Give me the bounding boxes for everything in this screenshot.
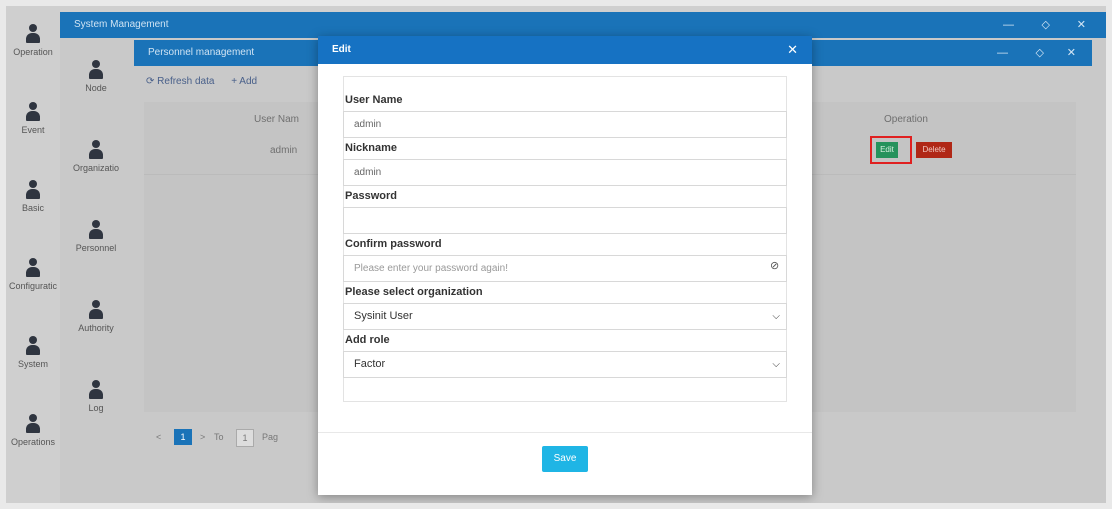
close-icon[interactable]: ✕ [1077,12,1086,38]
user-icon [88,140,104,160]
rail-label: System [17,359,48,369]
rail-item-operation[interactable]: Operation [6,24,60,57]
sidebar-label: Organizatio [72,163,120,173]
password-label: Password [345,190,397,202]
confirm-password-label: Confirm password [345,238,442,250]
chevron-down-icon: ⌵ [772,311,780,322]
goto-label: To [214,432,224,442]
page-1-button[interactable]: 1 [174,429,192,445]
system-window-title: System Management [74,19,169,30]
row-delete-button[interactable]: Delete [916,142,952,158]
user-name-label: User Name [345,94,403,106]
sidebar-item-organization[interactable]: Organizatio [60,140,132,173]
dialog-header: Edit ✕ [318,36,812,64]
dialog-title: Edit [332,44,351,55]
sidebar-item-node[interactable]: Node [60,60,132,93]
prev-page-button[interactable]: < [156,429,161,445]
sidebar-label: Node [85,83,107,93]
nickname-input[interactable] [343,159,787,186]
system-window-titlebar: System Management — ◇ ✕ [60,12,1106,38]
role-select[interactable]: Factor ⌵ [343,351,787,378]
main-rail: Operation Event Basic Configuratic Syste… [6,6,60,503]
cell-user-name: admin [270,145,298,156]
edit-button-highlight [870,136,912,164]
password-input[interactable] [343,207,787,234]
confirm-password-input[interactable] [343,255,787,282]
system-sidebar: Node Organizatio Personnel Authority Log [60,38,132,503]
user-icon [88,220,104,240]
restore-icon[interactable]: ◇ [1042,12,1050,38]
rail-label: Configuratic [8,281,58,291]
chevron-down-icon: ⌵ [772,359,780,370]
edit-dialog: Edit ✕ User Name Nickname Password Confi… [318,36,812,495]
column-header-user-name: User Nam [254,114,300,125]
rail-item-basic[interactable]: Basic [6,180,60,213]
refresh-data-button[interactable]: ⟳ Refresh data [146,76,214,87]
eye-slash-icon[interactable]: ⊘ [770,259,779,272]
user-icon [25,102,41,122]
user-name-input[interactable] [343,111,787,138]
personnel-toolbar: ⟳ Refresh data + Add [146,76,271,87]
save-button[interactable]: Save [542,446,588,472]
organization-selected-value: Sysinit User [354,310,413,322]
desktop: Operation Event Basic Configuratic Syste… [6,6,1106,503]
sidebar-label: Authority [78,323,114,333]
user-icon [25,336,41,356]
rail-label: Operations [10,437,56,447]
rail-item-event[interactable]: Event [6,102,60,135]
organization-label: Please select organization [345,286,483,298]
organization-select[interactable]: Sysinit User ⌵ [343,303,787,330]
rail-item-operations[interactable]: Operations [6,414,60,447]
rail-item-configuration[interactable]: Configuratic [6,258,60,291]
dialog-footer-divider [318,432,812,433]
rail-label: Event [21,125,45,135]
sidebar-label: Log [88,403,104,413]
sidebar-item-personnel[interactable]: Personnel [60,220,132,253]
user-icon [88,60,104,80]
add-button[interactable]: + Add [231,76,257,87]
user-icon [25,24,41,44]
sidebar-item-authority[interactable]: Authority [60,300,132,333]
page-label: Pag [262,432,279,442]
user-icon [88,380,104,400]
user-icon [25,258,41,278]
role-selected-value: Factor [354,358,386,370]
sidebar-item-log[interactable]: Log [60,380,132,413]
close-icon[interactable]: ✕ [1067,40,1076,66]
column-header-operation: Operation [884,114,928,125]
close-icon[interactable]: ✕ [787,36,798,64]
user-icon [25,180,41,200]
minimize-icon[interactable]: — [1003,12,1014,38]
role-label: Add role [345,334,390,346]
rail-label: Operation [13,47,53,57]
next-page-button[interactable]: > [200,429,205,445]
rail-label: Basic [21,203,44,213]
personnel-window-title: Personnel management [148,47,255,58]
user-icon [88,300,104,320]
rail-item-system[interactable]: System [6,336,60,369]
goto-page-input[interactable]: 1 [236,429,254,447]
sidebar-label: Personnel [75,243,117,253]
restore-icon[interactable]: ◇ [1036,40,1044,66]
nickname-label: Nickname [345,142,397,154]
user-icon [25,414,41,434]
minimize-icon[interactable]: — [997,40,1008,66]
